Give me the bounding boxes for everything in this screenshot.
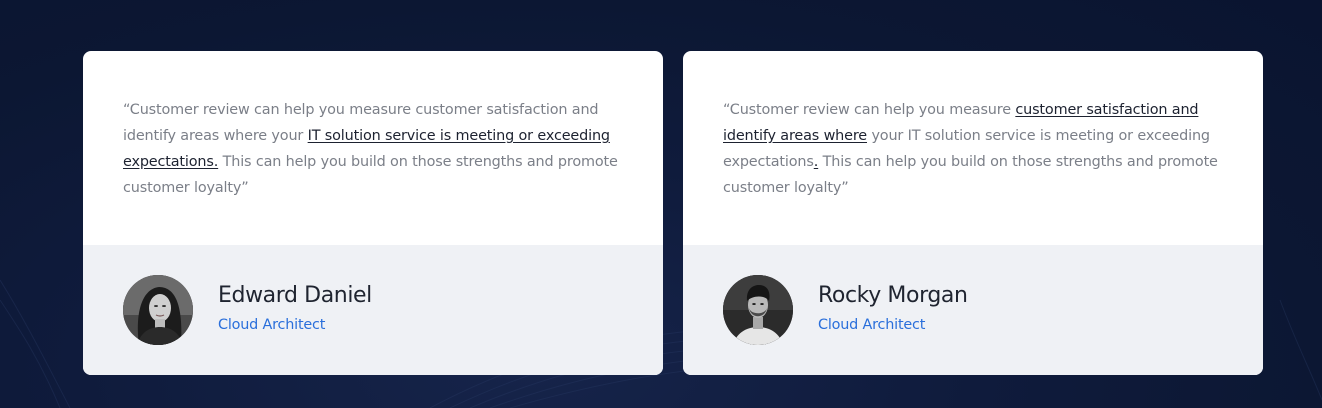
quote-text: “Customer review can help you measure <box>723 102 1016 118</box>
testimonial-author: Edward Daniel Cloud Architect <box>83 245 663 375</box>
testimonial-quote: “Customer review can help you measure cu… <box>123 97 623 201</box>
testimonial-card-rocky: “Customer review can help you measure cu… <box>683 51 1263 375</box>
testimonial-author: Rocky Morgan Cloud Architect <box>683 245 1263 375</box>
testimonial-quote: “Customer review can help you measure cu… <box>723 97 1223 201</box>
author-name: Edward Daniel <box>218 283 372 308</box>
testimonial-card-edward: “Customer review can help you measure cu… <box>83 51 663 375</box>
man-portrait-icon <box>723 275 793 345</box>
author-role: Cloud Architect <box>818 317 926 333</box>
avatar <box>723 275 793 345</box>
author-name: Rocky Morgan <box>818 283 968 308</box>
woman-portrait-icon <box>123 275 193 345</box>
avatar <box>123 275 193 345</box>
author-role: Cloud Architect <box>218 317 326 333</box>
